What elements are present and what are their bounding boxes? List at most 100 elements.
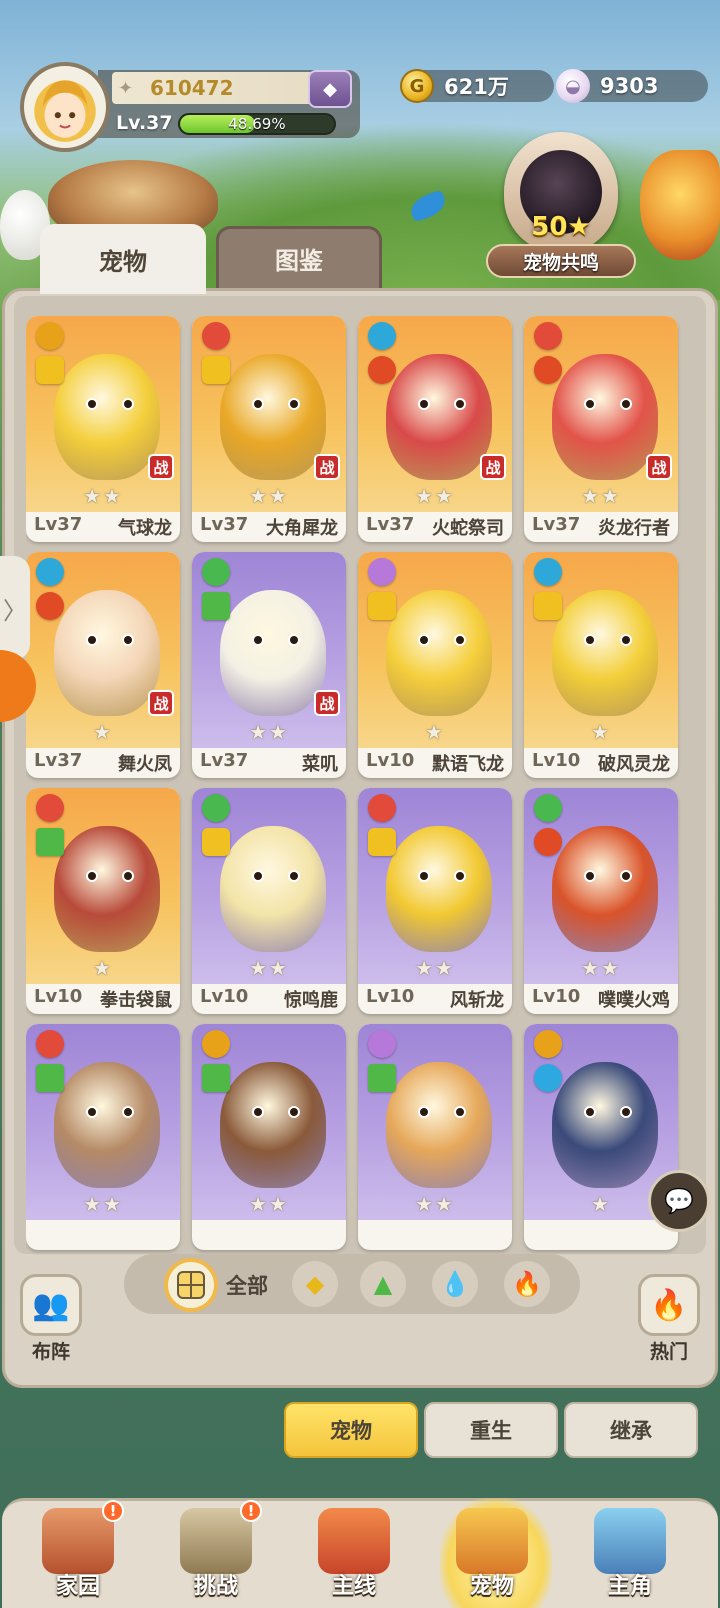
grid-icon (177, 1271, 205, 1299)
pet-name: 火蛇祭司 (432, 518, 504, 539)
pet-name: 炎龙行者 (598, 518, 670, 539)
pet-type-icon (534, 1030, 562, 1058)
pet-type-icon (368, 322, 396, 350)
exp-bar: 48.69% (178, 113, 336, 135)
pet-eye (620, 1106, 632, 1118)
pet-eye (122, 634, 134, 646)
pet-card[interactable]: ★★ (358, 1024, 512, 1250)
pet-portrait: ★ (358, 552, 512, 748)
rank-badge-icon[interactable]: ◆ (308, 70, 352, 108)
pet-card[interactable]: ★★ Lv10 噗噗火鸡 (524, 788, 678, 1014)
team-icon: 👥 (32, 1287, 70, 1323)
pet-card[interactable]: 战 ★★ Lv37 炎龙行者 (524, 316, 678, 542)
gold-currency[interactable]: G 621万 (400, 69, 554, 103)
tab-pets[interactable]: 宠物 (40, 224, 206, 294)
hot-sort-button[interactable]: 🔥 (638, 1274, 700, 1336)
rebirth-button[interactable]: 重生 (424, 1402, 558, 1458)
pet-eye (620, 398, 632, 410)
pet-eye (454, 870, 466, 882)
pet-level: Lv37 (532, 514, 581, 535)
pet-element-icon (202, 592, 230, 620)
pet-card[interactable]: ★ Lv10 破风灵龙 (524, 552, 678, 778)
side-expand-handle[interactable]: 〉 (0, 556, 30, 660)
pet-stars: ★★ (581, 484, 621, 508)
pet-creature-image (386, 590, 492, 716)
formation-button[interactable]: 👥 (20, 1274, 82, 1336)
pet-dragon-icon (456, 1508, 528, 1574)
pet-creature-image (54, 826, 160, 952)
shell-amount: 9303 (600, 74, 659, 98)
main-quest-icon (318, 1508, 390, 1574)
gold-coin-icon: G (400, 69, 434, 103)
pet-card[interactable]: ★ Lv10 拳击袋鼠 (26, 788, 180, 1014)
inherit-button[interactable]: 继承 (564, 1402, 698, 1458)
pet-stars: ★ (93, 720, 113, 744)
pet-creature-image (220, 590, 326, 716)
pet-eye (584, 398, 596, 410)
pet-portrait: 战 ★★ (26, 316, 180, 512)
pet-level: Lv37 (200, 750, 249, 771)
in-battle-badge: 战 (148, 454, 174, 480)
avatar-portrait-icon (34, 80, 96, 142)
nav-label: 挑战 (193, 1574, 238, 1599)
pet-card[interactable]: ★★ (192, 1024, 346, 1250)
nav-main-quest[interactable]: 主线 (294, 1504, 414, 1604)
resonance-star-count: 50★ (531, 212, 591, 242)
pet-card[interactable]: 战 ★★ Lv37 火蛇祭司 (358, 316, 512, 542)
nav-pets[interactable]: 宠物 (432, 1504, 552, 1604)
pet-card[interactable]: 战 ★ Lv37 舞火凤 (26, 552, 180, 778)
pet-eye (86, 398, 98, 410)
nav-challenge[interactable]: 挑战 ! (156, 1500, 276, 1604)
pets-action-button[interactable]: 宠物 (284, 1402, 418, 1458)
nav-hero[interactable]: 主角 (570, 1504, 690, 1604)
pet-card[interactable]: ★★ Lv10 惊鸣鹿 (192, 788, 346, 1014)
gold-amount: 621万 (444, 75, 509, 99)
pet-creature-image (54, 590, 160, 716)
tab-atlas[interactable]: 图鉴 (216, 226, 382, 288)
pet-card[interactable]: ★ Lv10 默语飞龙 (358, 552, 512, 778)
pet-eye (584, 870, 596, 882)
nav-home[interactable]: 家园 ! (18, 1500, 138, 1604)
pet-eye (454, 398, 466, 410)
pet-type-icon (202, 558, 230, 586)
pet-resonance-button[interactable]: 50★ 宠物共鸣 (486, 132, 636, 280)
pet-eye (454, 634, 466, 646)
pet-creature-image (220, 354, 326, 480)
pet-eye (288, 870, 300, 882)
pet-level: Lv37 (200, 514, 249, 535)
pet-type-icon (534, 322, 562, 350)
pet-stars: ★★ (415, 1192, 455, 1216)
pet-grid[interactable]: 战 ★★ Lv37 气球龙 战 ★★ Lv37 大角犀龙 战 ★★ Lv37 火… (26, 316, 696, 1256)
pet-type-icon (368, 1030, 396, 1058)
pet-card[interactable]: 战 ★★ Lv37 气球龙 (26, 316, 180, 542)
filter-fire-button[interactable]: 🔥 (504, 1261, 550, 1307)
filter-grass-button[interactable]: ▲ (360, 1261, 406, 1307)
in-battle-badge: 战 (646, 454, 672, 480)
pet-portrait: ★★ (524, 788, 678, 984)
pet-eye (122, 870, 134, 882)
pet-card[interactable]: 战 ★★ Lv37 菜叽 (192, 552, 346, 778)
pet-level: Lv10 (366, 750, 415, 771)
pet-name: 气球龙 (118, 518, 172, 539)
pet-level: Lv37 (34, 750, 83, 771)
combat-power-value: 610472 (150, 76, 234, 100)
in-battle-badge: 战 (314, 690, 340, 716)
filter-all-button[interactable] (164, 1258, 218, 1312)
filter-earth-button[interactable]: ◆ (292, 1261, 338, 1307)
pet-type-icon (534, 558, 562, 586)
shell-currency[interactable]: ◒ 9303 (556, 69, 708, 103)
pet-element-icon (202, 828, 230, 856)
chat-button[interactable]: 💬 (648, 1170, 710, 1232)
exp-percent: 48.69% (228, 115, 286, 133)
pet-type-icon (202, 1030, 230, 1058)
pet-card[interactable]: ★★ Lv10 风斩龙 (358, 788, 512, 1014)
pet-element-icon (202, 1064, 230, 1092)
nav-label: 主线 (331, 1574, 376, 1599)
filter-water-button[interactable]: 💧 (432, 1261, 478, 1307)
player-avatar[interactable] (20, 62, 110, 152)
pet-card[interactable]: 战 ★★ Lv37 大角犀龙 (192, 316, 346, 542)
pet-card[interactable]: ★★ (26, 1024, 180, 1250)
pet-eye (122, 398, 134, 410)
pet-eye (418, 1106, 430, 1118)
fire-element-icon: 🔥 (512, 1270, 542, 1298)
